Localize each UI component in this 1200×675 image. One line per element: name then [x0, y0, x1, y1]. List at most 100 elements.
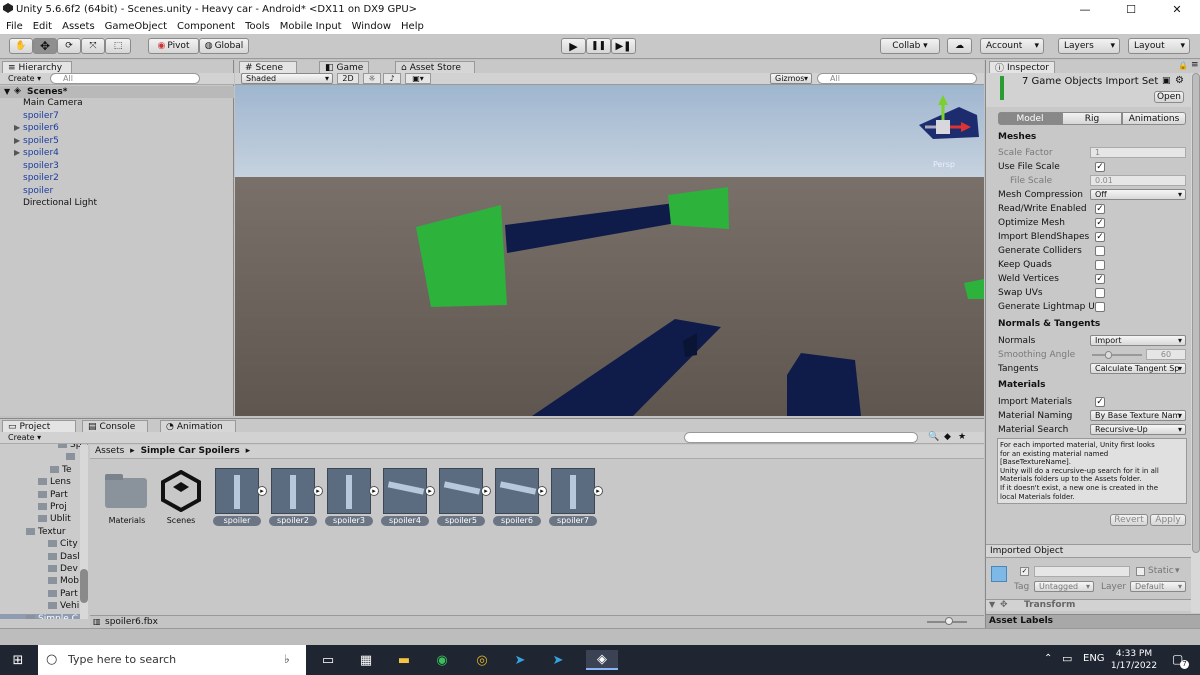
- tab-hierarchy[interactable]: ≡ Hierarchy: [2, 61, 72, 73]
- folder-tree-item[interactable]: Sp: [0, 444, 87, 452]
- material-search-dropdown[interactable]: Recursive-Up: [1090, 424, 1186, 435]
- effects-dropdown[interactable]: ▣▾: [405, 73, 431, 84]
- expand-asset-icon[interactable]: ▸: [593, 486, 603, 496]
- folder-tree-item[interactable]: Lens: [0, 477, 87, 489]
- breadcrumb-assets[interactable]: Assets: [95, 446, 124, 456]
- use-file-scale-checkbox[interactable]: ✓: [1095, 162, 1105, 172]
- 2d-toggle[interactable]: 2D: [337, 73, 359, 84]
- expand-asset-icon[interactable]: ▸: [257, 486, 267, 496]
- filter-label-icon[interactable]: ◆: [944, 432, 951, 442]
- step-button[interactable]: ▶❚: [611, 38, 636, 54]
- expand-asset-icon[interactable]: ▸: [481, 486, 491, 496]
- rotate-tool-button[interactable]: ⟳: [57, 38, 81, 54]
- generate-colliders-checkbox[interactable]: [1095, 246, 1105, 256]
- folder-tree-item[interactable]: Textur: [0, 527, 87, 539]
- chevron-up-icon[interactable]: ⌃: [1044, 653, 1052, 664]
- asset-spoiler2[interactable]: ▸ spoiler2: [269, 468, 323, 526]
- scene-viewport[interactable]: Persp: [235, 85, 984, 416]
- static-checkbox[interactable]: [1136, 567, 1145, 576]
- layers-dropdown[interactable]: Layers ▾: [1058, 38, 1120, 54]
- asset-spoiler7[interactable]: ▸ spoiler7: [549, 468, 603, 526]
- hierarchy-item[interactable]: spoiler7: [0, 111, 234, 123]
- tag-dropdown[interactable]: Untagged: [1034, 581, 1094, 592]
- asset-scenes[interactable]: Scenes: [157, 468, 205, 526]
- asset-spoiler5[interactable]: ▸ spoiler5: [437, 468, 491, 526]
- folder-tree-item[interactable]: Part: [0, 589, 87, 601]
- folder-tree-item[interactable]: Mob: [0, 576, 87, 588]
- import-materials-checkbox[interactable]: ✓: [1095, 397, 1105, 407]
- tab-animation[interactable]: ◔ Animation: [160, 420, 236, 432]
- folder-tree-item[interactable]: Dasl: [0, 552, 87, 564]
- expand-arrow-icon[interactable]: ▶: [14, 148, 20, 157]
- project-create-button[interactable]: Create ▾: [8, 433, 41, 442]
- tree-scrollbar[interactable]: [80, 445, 88, 619]
- tab-scene[interactable]: # Scene: [239, 61, 297, 73]
- gear-icon[interactable]: ⚙: [1175, 75, 1184, 86]
- rect-tool-button[interactable]: ⬚: [105, 38, 131, 54]
- tab-asset-store[interactable]: ⌂ Asset Store: [395, 61, 475, 73]
- tab-project[interactable]: ▭ Project: [2, 420, 76, 432]
- cloud-button[interactable]: ☁: [947, 38, 972, 54]
- hierarchy-item[interactable]: ▶ spoiler4: [0, 148, 234, 160]
- hierarchy-item[interactable]: spoiler2: [0, 173, 234, 185]
- lighting-toggle[interactable]: ☼: [363, 73, 381, 84]
- asset-spoiler6[interactable]: ▸ spoiler6: [493, 468, 547, 526]
- file-explorer-icon[interactable]: ▬: [394, 650, 414, 670]
- menu-window[interactable]: Window: [352, 21, 391, 32]
- pause-button[interactable]: ❚❚: [586, 38, 611, 54]
- account-dropdown[interactable]: Account ▾: [980, 38, 1044, 54]
- microphone-icon[interactable]: ♭: [284, 652, 290, 666]
- telegram-icon[interactable]: ➤: [510, 650, 530, 670]
- asset-spoiler3[interactable]: ▸ spoiler3: [325, 468, 379, 526]
- collab-button[interactable]: Collab ▾: [880, 38, 940, 54]
- lock-icon[interactable]: 🔒: [1178, 61, 1188, 70]
- inspector-scrollbar[interactable]: [1191, 73, 1200, 613]
- menu-assets[interactable]: Assets: [62, 21, 95, 32]
- chrome-icon[interactable]: ◎: [472, 650, 492, 670]
- normals-dropdown[interactable]: Import: [1090, 335, 1186, 346]
- material-naming-dropdown[interactable]: By Base Texture Nam: [1090, 410, 1186, 421]
- import-blendshapes-checkbox[interactable]: ✓: [1095, 232, 1105, 242]
- tangents-dropdown[interactable]: Calculate Tangent Sp: [1090, 363, 1186, 374]
- filter-type-icon[interactable]: 🔍: [928, 432, 939, 442]
- hierarchy-item[interactable]: spoiler3: [0, 161, 234, 173]
- scale-tool-button[interactable]: ⤧: [81, 38, 105, 54]
- asset-spoiler[interactable]: ▸ spoiler: [213, 468, 267, 526]
- expand-asset-icon[interactable]: ▸: [369, 486, 379, 496]
- hierarchy-item[interactable]: ▶ spoiler5: [0, 136, 234, 148]
- tree-scrollbar-thumb[interactable]: [80, 569, 88, 603]
- scene-row[interactable]: ▼ ◈ Scenes*: [0, 86, 234, 98]
- menu-mobile-input[interactable]: Mobile Input: [280, 21, 342, 32]
- app-green-icon[interactable]: ◉: [432, 650, 452, 670]
- menu-component[interactable]: Component: [177, 21, 235, 32]
- inspector-scrollbar-thumb[interactable]: [1192, 73, 1200, 553]
- apply-button[interactable]: Apply: [1150, 514, 1186, 526]
- active-checkbox[interactable]: ✓: [1020, 567, 1029, 576]
- folder-tree-item[interactable]: Part: [0, 490, 87, 502]
- asset-materials-folder[interactable]: Materials: [103, 468, 151, 526]
- clock[interactable]: 4:33 PM 1/17/2022: [1104, 648, 1164, 672]
- telegram-2-icon[interactable]: ➤: [548, 650, 568, 670]
- folder-tree-item[interactable]: Ublit: [0, 514, 87, 526]
- tab-rig[interactable]: Rig: [1062, 112, 1122, 125]
- weld-vertices-checkbox[interactable]: ✓: [1095, 274, 1105, 284]
- favorite-icon[interactable]: ★: [958, 432, 966, 442]
- pivot-toggle[interactable]: ◉ Pivot: [148, 38, 199, 54]
- maximize-button[interactable]: ☐: [1108, 0, 1154, 18]
- hierarchy-search-input[interactable]: All: [50, 73, 200, 84]
- asset-labels-bar[interactable]: Asset Labels: [986, 614, 1200, 628]
- smoothing-slider-thumb[interactable]: [1105, 351, 1112, 359]
- hierarchy-item[interactable]: Directional Light: [0, 198, 234, 210]
- open-button[interactable]: Open: [1154, 91, 1184, 103]
- read-write-checkbox[interactable]: ✓: [1095, 204, 1105, 214]
- revert-button[interactable]: Revert: [1110, 514, 1148, 526]
- hierarchy-item[interactable]: Main Camera: [0, 98, 234, 110]
- close-button[interactable]: ✕: [1154, 0, 1200, 18]
- unity-taskbar-icon[interactable]: ◈: [586, 650, 618, 670]
- hierarchy-item[interactable]: spoiler: [0, 186, 234, 198]
- breadcrumb-current[interactable]: Simple Car Spoilers: [141, 446, 240, 456]
- global-toggle[interactable]: ◍ Global: [199, 38, 249, 54]
- menu-edit[interactable]: Edit: [33, 21, 52, 32]
- move-tool-button[interactable]: ✥: [33, 38, 57, 54]
- menu-help[interactable]: Help: [401, 21, 424, 32]
